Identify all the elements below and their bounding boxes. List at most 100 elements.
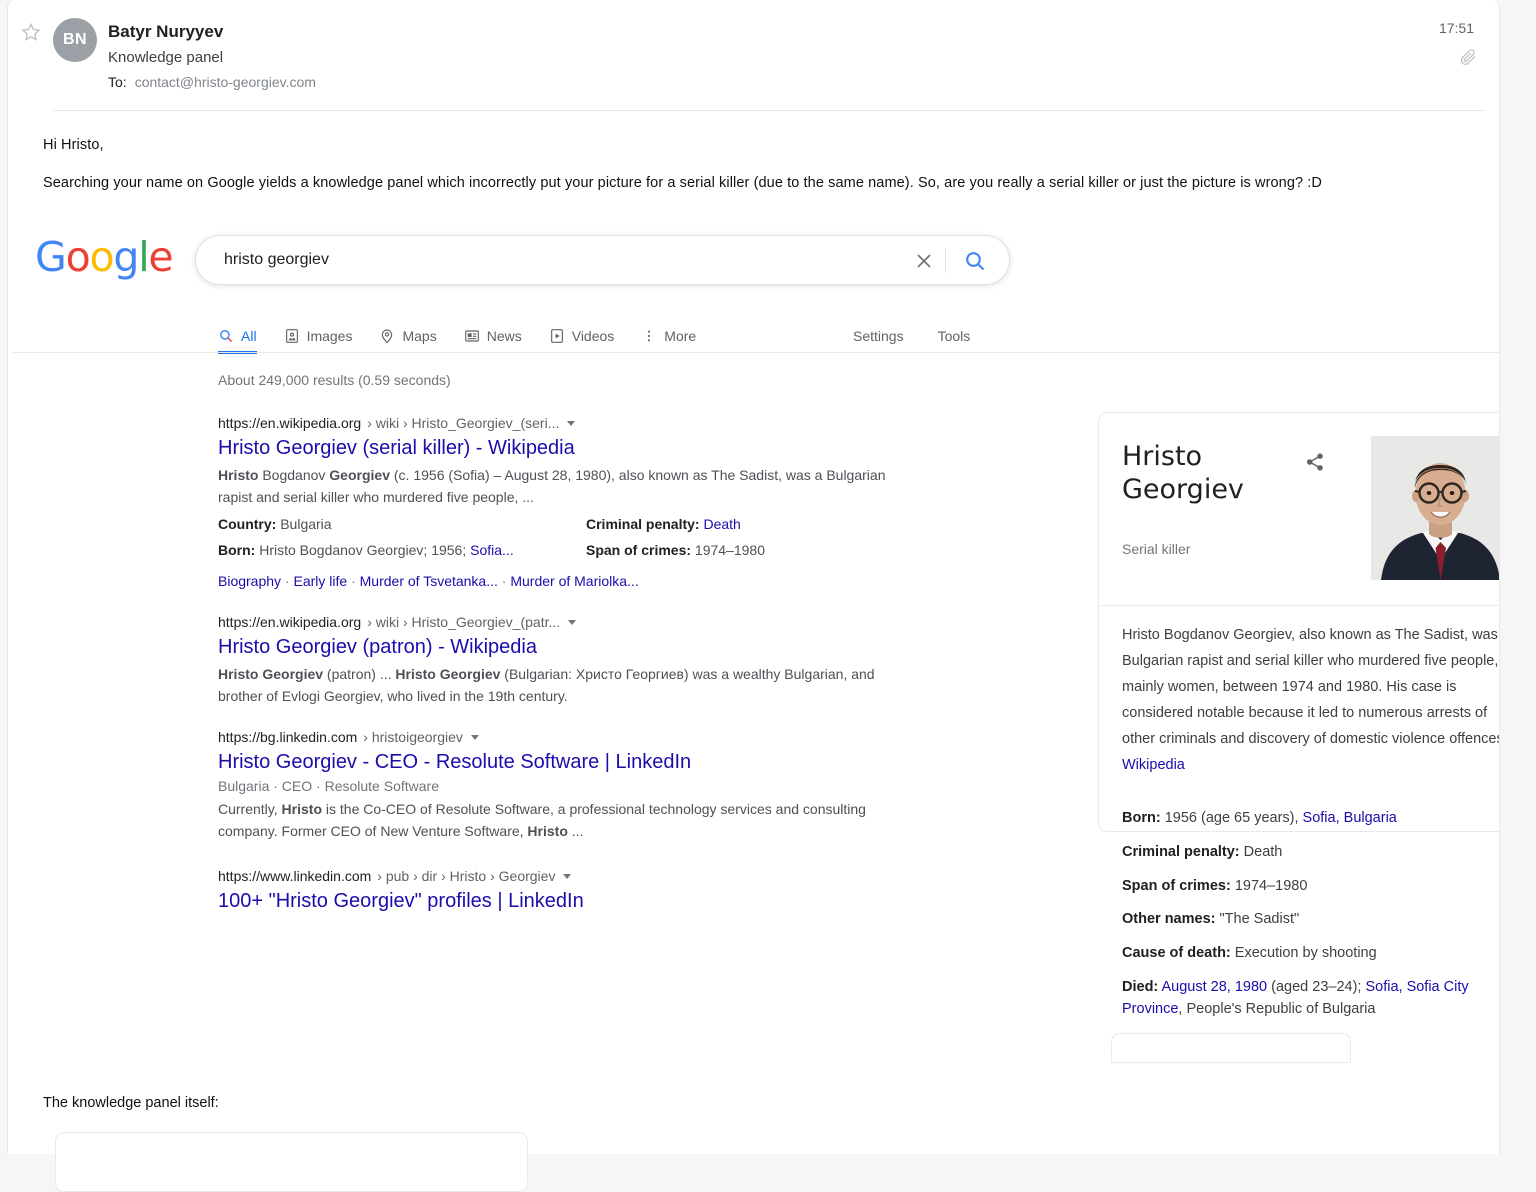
tab-news[interactable]: News <box>464 320 522 351</box>
chevron-down-icon[interactable] <box>563 874 571 879</box>
tab-videos-label: Videos <box>572 328 615 344</box>
kp-fact-cause-value: Execution by shooting <box>1235 945 1377 961</box>
email-header: BN Batyr Nuryyev Knowledge panel To:cont… <box>8 0 1499 110</box>
search-icon[interactable] <box>963 249 987 273</box>
knowledge-panel-next-card <box>1111 1033 1351 1063</box>
google-logo-letter-o2: o <box>89 233 113 281</box>
to-label: To: <box>108 74 127 90</box>
result-url-domain: https://en.wikipedia.org <box>218 415 361 431</box>
tab-images-label: Images <box>307 328 353 344</box>
knowledge-panel-divider <box>1099 605 1499 606</box>
fact-link-death[interactable]: Death <box>703 516 740 532</box>
result-url[interactable]: https://en.wikipedia.org › wiki › Hristo… <box>218 415 928 431</box>
kp-fact-othernames-value: "The Sadist" <box>1220 911 1300 927</box>
result-subline: Bulgaria · CEO · Resolute Software <box>218 778 928 794</box>
result-url-path: › hristoigeorgiev <box>363 729 463 745</box>
search-results-list: https://en.wikipedia.org › wiki › Hristo… <box>218 415 928 936</box>
fact-criminal-penalty: Criminal penalty: Death <box>586 512 928 538</box>
attachment-paperclip-icon[interactable] <box>1459 48 1477 66</box>
kp-fact-span-label: Span of crimes: <box>1122 878 1231 894</box>
search-box[interactable]: hristo georgiev <box>195 235 1010 285</box>
knowledge-panel-subtitle: Serial killer <box>1122 541 1190 557</box>
kp-wikipedia-link[interactable]: Wikipedia <box>1122 757 1185 773</box>
sitelink-murder-tsvetanka[interactable]: Murder of Tsvetanka... <box>360 573 498 589</box>
tab-maps[interactable]: Maps <box>379 320 436 351</box>
nav-underline <box>13 352 1499 353</box>
to-address[interactable]: contact@hristo-georgiev.com <box>135 74 316 90</box>
email-caption-knowledge-panel: The knowledge panel itself: <box>43 1095 219 1111</box>
kp-fact-cause-of-death: Cause of death: Execution by shooting <box>1122 943 1499 965</box>
results-count: About 249,000 results (0.59 seconds) <box>218 372 451 388</box>
email-body-paragraph: Searching your name on Google yields a k… <box>43 175 1322 191</box>
tab-maps-label: Maps <box>402 328 436 344</box>
result-url-path: › wiki › Hristo_Georgiev_(patr... <box>367 614 560 630</box>
kp-fact-died-tail: , People's Republic of Bulgaria <box>1178 1001 1375 1017</box>
share-icon[interactable] <box>1304 451 1326 473</box>
result-title-link[interactable]: Hristo Georgiev (serial killer) - Wikipe… <box>218 435 928 461</box>
result-title-link[interactable]: 100+ "Hristo Georgiev" profiles | Linked… <box>218 888 928 914</box>
kp-fact-born-value: 1956 (age 65 years), <box>1165 810 1303 826</box>
tab-news-label: News <box>487 328 522 344</box>
result-sitelinks: Biography · Early life · Murder of Tsvet… <box>218 571 928 592</box>
knowledge-panel-photo[interactable] <box>1371 436 1499 580</box>
google-search-screenshot: Google hristo georgiev <box>13 222 1499 1040</box>
search-input[interactable]: hristo georgiev <box>224 251 329 269</box>
kp-fact-penalty-label: Criminal penalty: <box>1122 844 1240 860</box>
more-vertical-icon <box>641 328 657 344</box>
kp-fact-born: Born: 1956 (age 65 years), Sofia, Bulgar… <box>1122 808 1499 830</box>
fact-span-of-crimes: Span of crimes: 1974–1980 <box>586 538 928 564</box>
tab-more[interactable]: More <box>641 320 696 351</box>
avatar[interactable]: BN <box>53 18 97 62</box>
google-logo[interactable]: Google <box>35 237 172 278</box>
knowledge-panel-screenshot-2 <box>55 1132 528 1192</box>
kp-fact-othernames-label: Other names: <box>1122 911 1215 927</box>
result-title-link[interactable]: Hristo Georgiev - CEO - Resolute Softwar… <box>218 749 928 775</box>
result-url[interactable]: https://en.wikipedia.org › wiki › Hristo… <box>218 614 928 630</box>
sitelink-biography[interactable]: Biography <box>218 573 281 589</box>
sitelink-early-life[interactable]: Early life <box>294 573 348 589</box>
tab-all[interactable]: All <box>218 320 257 351</box>
image-icon <box>284 328 300 344</box>
result-url-path: › wiki › Hristo_Georgiev_(seri... <box>367 415 559 431</box>
result-url[interactable]: https://www.linkedin.com › pub › dir › H… <box>218 868 928 884</box>
kp-fact-died-mid: (aged 23–24); <box>1267 979 1365 995</box>
result-url-domain: https://en.wikipedia.org <box>218 614 361 630</box>
tools-button[interactable]: Tools <box>938 328 971 344</box>
recipient-row: To: contact@hristo-georgiev.com <box>108 74 316 90</box>
avatar-initials: BN <box>63 31 87 49</box>
settings-button[interactable]: Settings <box>853 328 904 344</box>
google-logo-letter-g2: g <box>113 233 138 281</box>
chevron-down-icon[interactable] <box>568 620 576 625</box>
sitelink-murder-mariolka[interactable]: Murder of Mariolka... <box>510 573 638 589</box>
kp-fact-died-date-link[interactable]: August 28, 1980 <box>1161 979 1267 995</box>
star-icon[interactable] <box>21 22 41 42</box>
google-logo-letter-e: e <box>148 233 172 281</box>
result-url[interactable]: https://bg.linkedin.com › hristoigeorgie… <box>218 729 928 745</box>
newspaper-icon <box>464 328 480 344</box>
result-title-link[interactable]: Hristo Georgiev (patron) - Wikipedia <box>218 634 928 660</box>
map-pin-icon <box>379 328 395 344</box>
search-result-1: https://en.wikipedia.org › wiki › Hristo… <box>218 415 928 592</box>
result-snippet: Hristo Georgiev (patron) ... Hristo Geor… <box>218 663 918 707</box>
kp-fact-died: Died: August 28, 1980 (aged 23–24); Sofi… <box>1122 977 1499 1021</box>
search-divider <box>945 249 946 273</box>
search-result-2: https://en.wikipedia.org › wiki › Hristo… <box>218 614 928 707</box>
email-timestamp: 17:51 <box>1439 20 1474 36</box>
search-icon <box>218 328 234 344</box>
fact-link-sofia[interactable]: Sofia... <box>470 542 514 558</box>
result-url-domain: https://www.linkedin.com <box>218 868 371 884</box>
result-snippet: Hristo Bogdanov Georgiev (c. 1956 (Sofia… <box>218 464 918 508</box>
close-icon[interactable] <box>912 249 936 273</box>
tab-videos[interactable]: Videos <box>549 320 615 351</box>
tab-images[interactable]: Images <box>284 320 353 351</box>
chevron-down-icon[interactable] <box>471 735 479 740</box>
kp-fact-born-link[interactable]: Sofia, Bulgaria <box>1303 810 1397 826</box>
search-result-3: https://bg.linkedin.com › hristoigeorgie… <box>218 729 928 842</box>
chevron-down-icon[interactable] <box>567 421 575 426</box>
google-logo-letter-g1: G <box>35 233 66 281</box>
result-url-domain: https://bg.linkedin.com <box>218 729 357 745</box>
header-divider <box>53 110 1485 111</box>
kp-fact-died-label: Died: <box>1122 979 1158 995</box>
search-nav-bar: All Images Maps <box>13 320 1499 353</box>
google-logo-letter-l: l <box>138 233 148 281</box>
